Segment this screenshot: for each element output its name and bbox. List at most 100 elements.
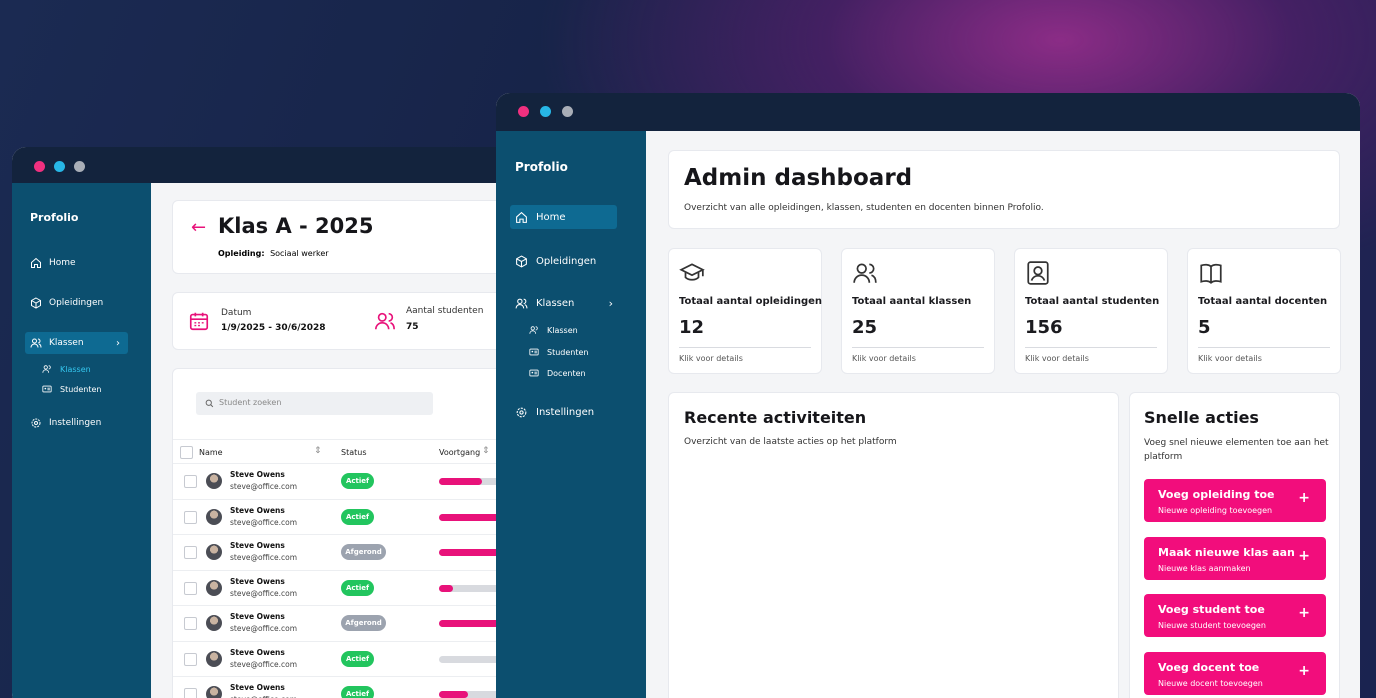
- quick-action-button[interactable]: Voeg opleiding toe Nieuwe opleiding toev…: [1144, 479, 1326, 522]
- dashboard-main: Admin dashboard Overzicht van alle oplei…: [646, 131, 1360, 698]
- row-checkbox[interactable]: [184, 652, 197, 666]
- search-input[interactable]: Student zoeken: [196, 392, 433, 415]
- column-name[interactable]: Name: [199, 448, 223, 457]
- class-info-card: Datum 1/9/2025 - 30/6/2028 Aantal studen…: [172, 292, 512, 350]
- column-progress[interactable]: Voortgang: [439, 448, 480, 457]
- student-name: Steve Owens: [230, 683, 285, 692]
- sidebar-item-opleidingen[interactable]: Opleidingen: [30, 296, 103, 310]
- stat-title: Totaal aantal klassen: [852, 296, 972, 307]
- sidebar-item-instellingen[interactable]: Instellingen: [515, 404, 594, 420]
- details-link[interactable]: Klik voor details: [1025, 354, 1089, 363]
- minimize-dot[interactable]: [54, 161, 65, 172]
- row-checkbox[interactable]: [184, 475, 197, 488]
- sidebar-item-label: Studenten: [60, 384, 102, 394]
- student-email: steve@office.com: [230, 553, 297, 562]
- quick-action-subtitle: Nieuwe klas aanmaken: [1158, 563, 1251, 573]
- maximize-dot[interactable]: [562, 106, 573, 117]
- details-link[interactable]: Klik voor details: [679, 354, 743, 363]
- sort-icon[interactable]: ⇕: [482, 446, 490, 456]
- plus-icon: +: [1298, 605, 1310, 621]
- divider: [1025, 347, 1157, 348]
- admin-dashboard-window: Profolio Home Opleidingen Klassen › Klas…: [496, 93, 1360, 698]
- student-name: Steve Owens: [230, 541, 285, 550]
- student-name: Steve Owens: [230, 470, 285, 479]
- avatar: [206, 473, 222, 489]
- recent-subtitle: Overzicht van de laatste acties op het p…: [684, 437, 897, 447]
- opleiding-value: Sociaal werker: [270, 249, 329, 258]
- home-icon: [516, 211, 527, 223]
- close-dot[interactable]: [34, 161, 45, 172]
- stat-card[interactable]: Totaal aantal klassen 25 Klik voor detai…: [841, 248, 995, 374]
- users-icon: [853, 263, 877, 283]
- status-badge: Afgerond: [341, 615, 386, 631]
- row-checkbox[interactable]: [184, 510, 197, 524]
- details-link[interactable]: Klik voor details: [852, 354, 916, 363]
- stat-card[interactable]: Totaal aantal opleidingen 12 Klik voor d…: [668, 248, 822, 374]
- sort-icon[interactable]: ⇕: [314, 446, 322, 456]
- class-header-card: ← Klas A - 2025 Opleiding: Sociaal werke…: [172, 200, 512, 274]
- class-detail-main: ← Klas A - 2025 Opleiding: Sociaal werke…: [151, 183, 512, 698]
- student-name: Steve Owens: [230, 612, 285, 621]
- row-checkbox[interactable]: [184, 581, 197, 595]
- sidebar-item-opleidingen[interactable]: Opleidingen: [515, 253, 596, 269]
- dashboard-header-card: Admin dashboard Overzicht van alle oplei…: [668, 150, 1340, 229]
- sidebar-item-instellingen[interactable]: Instellingen: [30, 416, 101, 430]
- table-row[interactable]: Steve Owens steve@office.com Afgerond: [173, 605, 512, 640]
- student-email: steve@office.com: [230, 482, 297, 491]
- brand-logo: Profolio: [30, 211, 79, 224]
- quick-action-button[interactable]: Voeg student toe Nieuwe student toevoege…: [1144, 594, 1326, 637]
- row-checkbox[interactable]: [184, 688, 197, 698]
- avatar: [206, 544, 222, 560]
- table-row[interactable]: Steve Owens steve@office.com Actief: [173, 676, 512, 698]
- sidebar-subitem-docenten[interactable]: Docenten: [529, 367, 586, 379]
- minimize-dot[interactable]: [540, 106, 551, 117]
- quick-action-button[interactable]: Maak nieuwe klas aan Nieuwe klas aanmake…: [1144, 536, 1326, 580]
- class-detail-window: Profolio Home Opleidingen Klassen › Klas…: [12, 147, 512, 698]
- sidebar-item-label: Docenten: [547, 368, 586, 378]
- maximize-dot[interactable]: [74, 161, 85, 172]
- sidebar-item-klassen[interactable]: Klassen ›: [515, 295, 615, 311]
- search-placeholder: Student zoeken: [219, 398, 282, 407]
- stat-title: Totaal aantal docenten: [1198, 296, 1328, 307]
- sidebar-item-home[interactable]: Home: [30, 256, 76, 270]
- table-row[interactable]: Steve Owens steve@office.com Actief: [173, 640, 512, 676]
- id-card-icon: [529, 348, 539, 356]
- back-arrow-icon[interactable]: ←: [191, 217, 206, 238]
- id-card-icon: [529, 369, 539, 377]
- id-badge-icon: [1027, 261, 1049, 285]
- page-title: Admin dashboard: [684, 165, 913, 191]
- column-status[interactable]: Status: [341, 448, 367, 457]
- avatar: [206, 579, 222, 596]
- details-link[interactable]: Klik voor details: [1198, 354, 1262, 363]
- search-icon: [205, 399, 214, 408]
- sidebar-subitem-studenten[interactable]: Studenten: [529, 346, 588, 358]
- gear-icon: [31, 418, 41, 428]
- sidebar-subitem-klassen[interactable]: Klassen: [529, 324, 578, 336]
- table-row[interactable]: Steve Owens steve@office.com Actief: [173, 569, 512, 605]
- status-badge: Actief: [341, 473, 374, 489]
- sidebar-item-label: Opleidingen: [536, 255, 597, 267]
- quick-action-button[interactable]: Voeg docent toe Nieuwe docent toevoegen …: [1144, 651, 1326, 695]
- table-header: Name ⇕ Status Voortgang ⇕: [173, 439, 512, 463]
- progress-fill: [439, 478, 482, 485]
- quick-action-subtitle: Nieuwe opleiding toevoegen: [1158, 506, 1273, 515]
- row-checkbox[interactable]: [184, 546, 197, 559]
- avatar: [206, 508, 222, 525]
- status-badge: Actief: [341, 579, 374, 596]
- sidebar-item-label: Home: [49, 258, 76, 268]
- table-row[interactable]: Steve Owens steve@office.com Actief: [173, 498, 512, 534]
- divider: [1198, 347, 1330, 348]
- row-checkbox[interactable]: [184, 617, 197, 630]
- sidebar-item-home[interactable]: Home: [510, 205, 617, 229]
- table-row[interactable]: Steve Owens steve@office.com Actief: [173, 463, 512, 498]
- stat-card[interactable]: Totaal aantal docenten 5 Klik voor detai…: [1187, 248, 1341, 374]
- stat-card[interactable]: Totaal aantal studenten 156 Klik voor de…: [1014, 248, 1168, 374]
- sidebar-item-klassen[interactable]: Klassen ›: [25, 332, 128, 354]
- close-dot[interactable]: [518, 106, 529, 117]
- table-row[interactable]: Steve Owens steve@office.com Afgerond: [173, 534, 512, 569]
- status-badge: Actief: [341, 650, 374, 667]
- student-name: Steve Owens: [230, 505, 285, 515]
- sidebar-subitem-klassen[interactable]: Klassen: [42, 363, 91, 375]
- select-all-checkbox[interactable]: [180, 446, 193, 459]
- sidebar-subitem-studenten[interactable]: Studenten: [42, 383, 101, 395]
